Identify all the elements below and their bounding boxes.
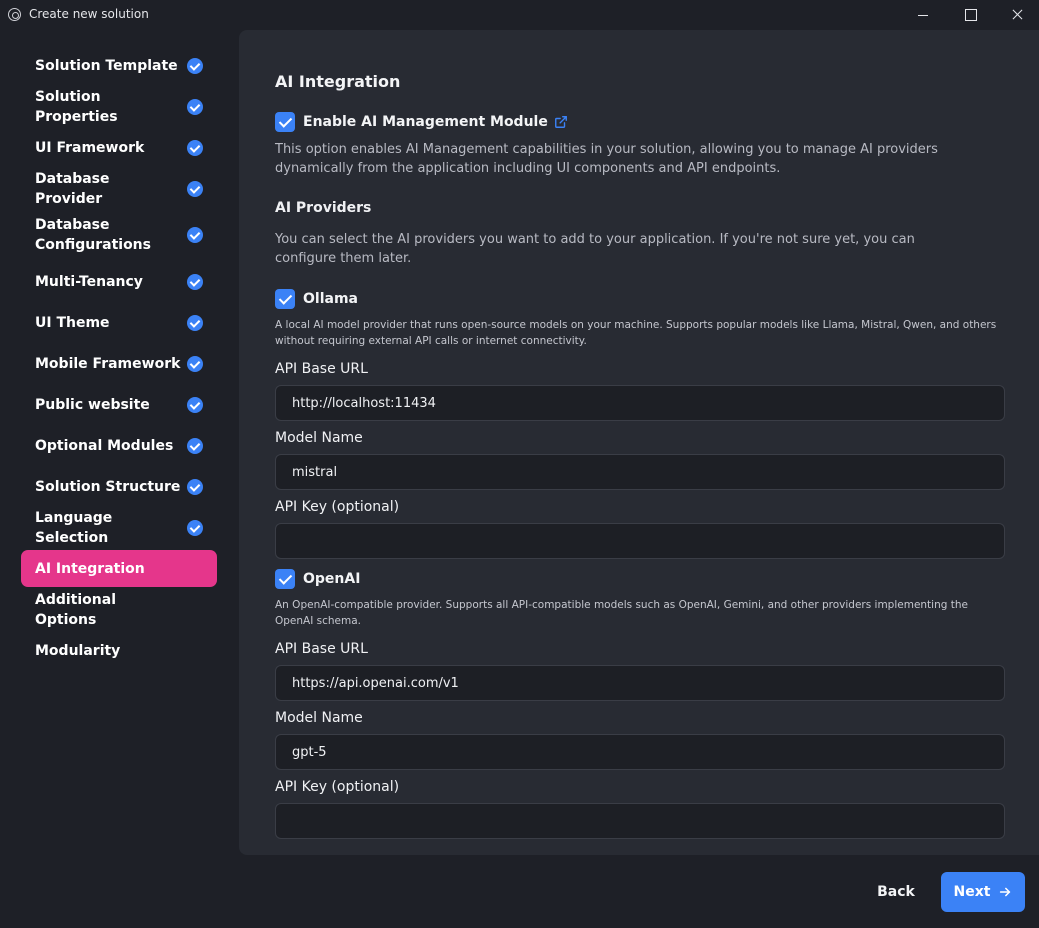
sidebar-item-ui-framework[interactable]: UI Framework: [21, 129, 217, 166]
sidebar-item-label: UI Theme: [35, 314, 110, 331]
sidebar-item-ai-integration[interactable]: AI Integration: [21, 550, 217, 587]
ollama-row: Ollama: [275, 289, 358, 309]
external-link-icon[interactable]: [554, 115, 568, 129]
sidebar-item-language-selection[interactable]: Language Selection: [21, 509, 217, 546]
next-button-label: Next: [953, 884, 991, 900]
enable-ai-module-row: Enable AI Management Module: [275, 112, 568, 132]
enable-ai-module-label[interactable]: Enable AI Management Module: [303, 114, 548, 130]
openai-api-key-input[interactable]: [275, 803, 1005, 839]
sidebar-item-solution-template[interactable]: Solution Template: [21, 47, 217, 84]
next-button[interactable]: Next: [941, 872, 1025, 912]
sidebar-item-optional-modules[interactable]: Optional Modules: [21, 427, 217, 464]
sidebar-item-label: Modularity: [35, 642, 121, 659]
sidebar-item-database-provider[interactable]: Database Provider: [21, 170, 217, 207]
openai-model-name-label: Model Name: [275, 710, 363, 726]
openai-label[interactable]: OpenAI: [303, 571, 360, 587]
ollama-api-key-label: API Key (optional): [275, 499, 400, 515]
completed-check-icon: [187, 355, 203, 372]
completed-check-icon: [187, 519, 203, 536]
sidebar-item-label: Solution Template: [35, 57, 178, 74]
openai-base-url-label: API Base URL: [275, 641, 368, 657]
sidebar-item-label: Solution Structure: [35, 478, 181, 495]
openai-base-url-input[interactable]: [275, 665, 1005, 701]
sidebar-item-additional-options[interactable]: Additional Options: [21, 591, 217, 628]
openai-row: OpenAI: [275, 569, 360, 589]
sidebar-item-public-website[interactable]: Public website: [21, 386, 217, 423]
window-title: Create new solution: [29, 7, 149, 21]
sidebar-item-ui-theme[interactable]: UI Theme: [21, 304, 217, 341]
ollama-label[interactable]: Ollama: [303, 291, 358, 307]
sidebar-item-label: Database Provider: [35, 170, 110, 207]
app-logo-icon: [8, 8, 21, 21]
sidebar-item-label: AI Integration: [35, 560, 145, 577]
enable-ai-module-checkbox[interactable]: [275, 112, 295, 132]
maximize-button[interactable]: [947, 0, 993, 30]
completed-check-icon: [187, 478, 203, 495]
sidebar-item-multi-tenancy[interactable]: Multi-Tenancy: [21, 263, 217, 300]
ollama-model-name-label: Model Name: [275, 430, 363, 446]
completed-check-icon: [187, 57, 203, 74]
ollama-checkbox[interactable]: [275, 289, 295, 309]
ai-providers-title: AI Providers: [275, 200, 372, 216]
completed-check-icon: [187, 396, 203, 413]
minimize-button[interactable]: [900, 0, 946, 30]
back-button[interactable]: Back: [870, 876, 922, 908]
wizard-steps-sidebar: Solution Template Solution Properties UI…: [21, 47, 217, 673]
page-title: AI Integration: [275, 72, 401, 91]
sidebar-item-label: Additional Options: [35, 591, 116, 628]
ollama-base-url-label: API Base URL: [275, 361, 368, 377]
ollama-model-name-input[interactable]: [275, 454, 1005, 490]
close-button[interactable]: [994, 0, 1039, 30]
enable-ai-module-description: This option enables AI Management capabi…: [275, 142, 938, 176]
ollama-base-url-input[interactable]: [275, 385, 1005, 421]
sidebar-item-modularity[interactable]: Modularity: [21, 632, 217, 669]
openai-api-key-label: API Key (optional): [275, 779, 400, 795]
ollama-api-key-input[interactable]: [275, 523, 1005, 559]
completed-check-icon: [187, 180, 203, 197]
openai-checkbox[interactable]: [275, 569, 295, 589]
completed-check-icon: [187, 139, 203, 156]
sidebar-item-label: Multi-Tenancy: [35, 273, 143, 290]
completed-check-icon: [187, 273, 203, 290]
ai-providers-description: You can select the AI providers you want…: [275, 232, 915, 266]
sidebar-item-mobile-framework[interactable]: Mobile Framework: [21, 345, 217, 382]
sidebar-item-label: Mobile Framework: [35, 355, 181, 372]
main-panel: AI Integration Enable AI Management Modu…: [239, 30, 1039, 855]
completed-check-icon: [187, 227, 203, 243]
completed-check-icon: [187, 98, 203, 115]
sidebar-item-label: Language Selection: [35, 509, 113, 546]
sidebar-item-solution-properties[interactable]: Solution Properties: [21, 88, 217, 125]
arrow-right-icon: [1000, 887, 1011, 897]
sidebar-item-label: UI Framework: [35, 139, 145, 156]
sidebar-item-label: Public website: [35, 396, 150, 413]
completed-check-icon: [187, 437, 203, 454]
openai-description: An OpenAI-compatible provider. Supports …: [275, 599, 968, 627]
ollama-description: A local AI model provider that runs open…: [275, 319, 997, 347]
sidebar-item-label: Optional Modules: [35, 437, 174, 454]
sidebar-item-label: Database Configurations: [35, 217, 151, 253]
title-bar: Create new solution: [0, 0, 1039, 30]
sidebar-item-database-configurations[interactable]: Database Configurations: [21, 211, 217, 259]
openai-model-name-input[interactable]: [275, 734, 1005, 770]
sidebar-item-label: Solution Properties: [35, 88, 118, 125]
completed-check-icon: [187, 314, 203, 331]
sidebar-item-solution-structure[interactable]: Solution Structure: [21, 468, 217, 505]
